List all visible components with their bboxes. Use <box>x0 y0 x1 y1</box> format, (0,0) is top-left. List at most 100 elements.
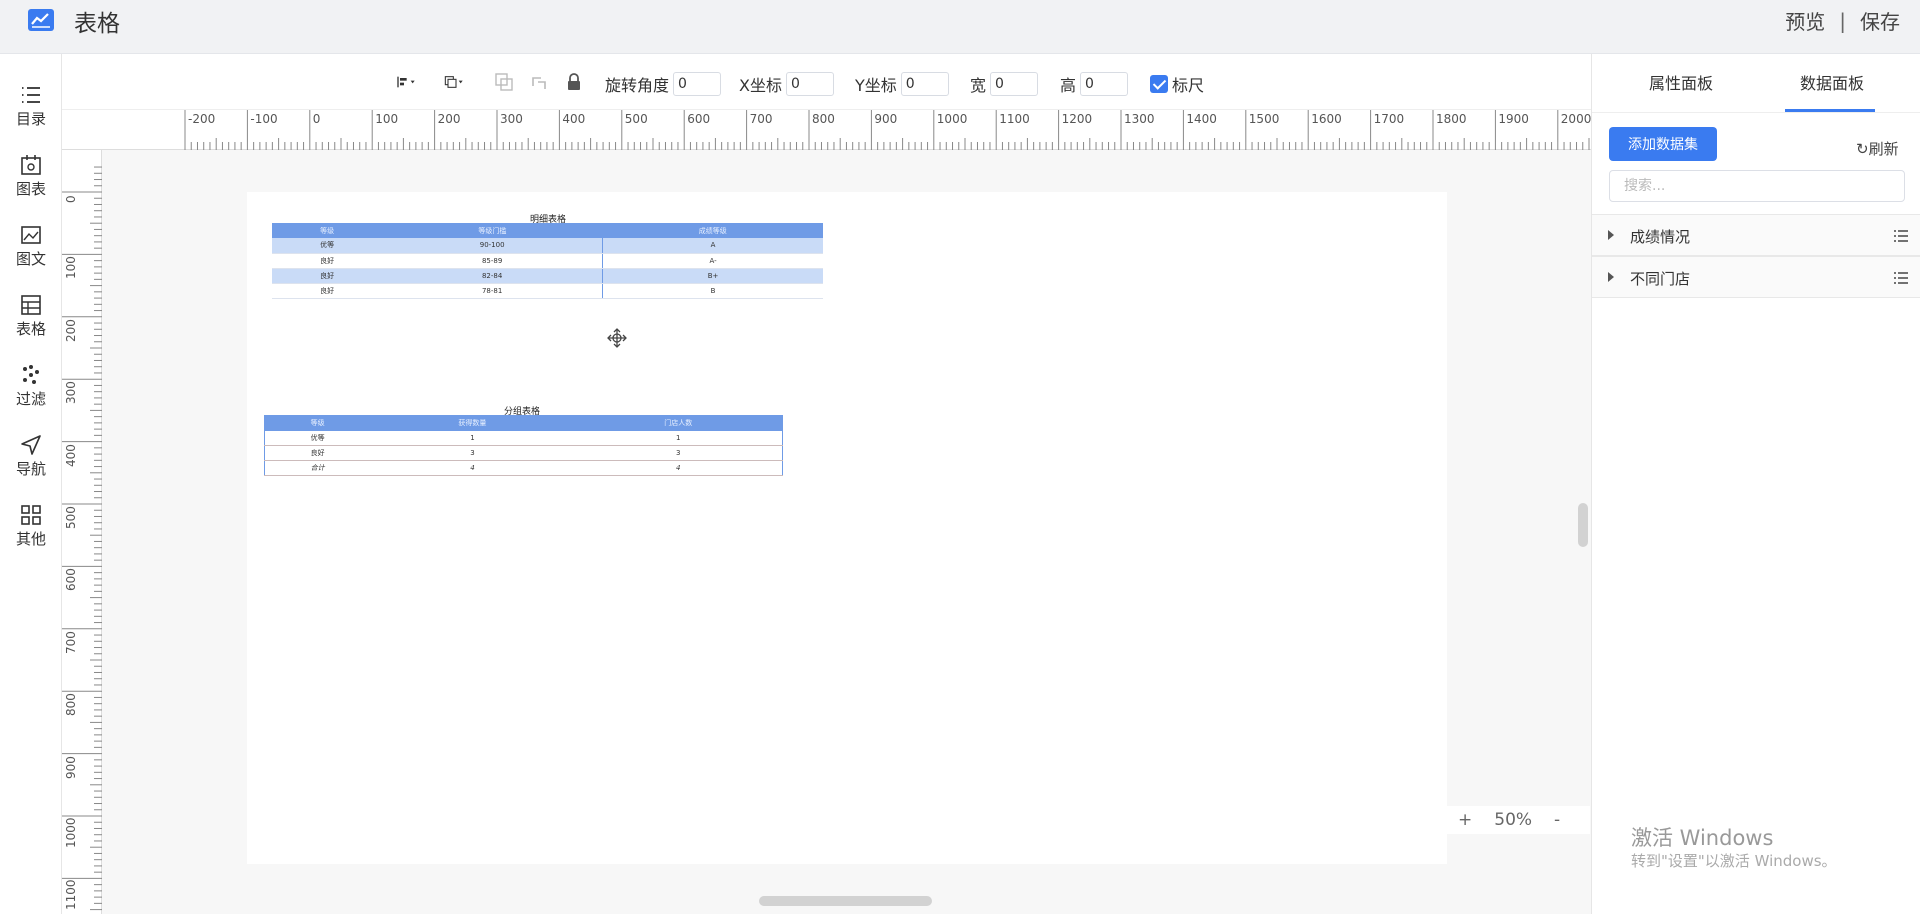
ruler-tick-label: 800 <box>64 693 78 717</box>
x-coordinate-input[interactable] <box>785 72 834 96</box>
table-cell: 优等 <box>264 430 371 446</box>
sidebar-item-image-text[interactable]: 图文 <box>0 214 62 276</box>
table-cell: 3 <box>370 445 575 461</box>
sidebar-item-label: 其他 <box>15 530 46 548</box>
zoom-level: 50% <box>1494 810 1533 830</box>
sidebar-item-catalog[interactable]: 目录 <box>0 74 62 136</box>
ruler-tick-label: 900 <box>874 112 898 126</box>
page-title: 表格 <box>74 11 120 37</box>
app-header: 表格 预览 | 保存 <box>0 0 1920 54</box>
save-button[interactable]: 保存 <box>1860 6 1900 35</box>
table-row: 优等 1 1 <box>264 430 783 446</box>
ruler-tick-label: 1100 <box>999 112 1030 126</box>
dataset-item[interactable]: 成绩情况 <box>1592 214 1920 256</box>
sidebar-item-table[interactable]: 表格 <box>0 284 62 346</box>
preview-button[interactable]: 预览 <box>1785 6 1825 35</box>
sidebar-item-label: 图表 <box>15 180 46 198</box>
horizontal-ruler: -200 -100 0 100 200 300 400 500 600 700 800 900 1000… <box>62 110 1654 150</box>
add-dataset-button[interactable]: 添加数据集 <box>1609 127 1717 161</box>
table-cell: A- <box>602 253 823 269</box>
table-header-cell: 成绩等级 <box>602 223 823 238</box>
sidebar-item-label: 导航 <box>15 460 46 478</box>
ruler-tick-label: 400 <box>562 112 586 126</box>
app-logo-icon <box>28 9 54 31</box>
table-cell: 4 <box>574 460 783 476</box>
dataset-item[interactable]: 不同门店 <box>1592 256 1920 298</box>
chart-icon <box>21 155 41 175</box>
ungroup-icon[interactable] <box>529 72 549 92</box>
ruler-tick-label: 800 <box>812 112 835 126</box>
dataset-name: 不同门店 <box>1630 270 1691 288</box>
horizontal-scrollbar[interactable] <box>759 896 932 906</box>
refresh-button[interactable]: ↻刷新 <box>1856 138 1899 159</box>
table-cell: 1 <box>574 430 783 446</box>
table-row: 优等 90-100 A <box>272 238 823 254</box>
x-coordinate-label: X坐标 <box>739 76 782 95</box>
align-left-icon[interactable] <box>396 72 416 92</box>
design-canvas[interactable]: 明细表格 等级 等级门槛 成绩等级 优等 90-100 A 良好 85-89 A- 良好… <box>102 150 1591 914</box>
windows-activation-hint: 转到"设置"以激活 Windows。 <box>1631 852 1837 870</box>
height-input[interactable] <box>1080 72 1129 96</box>
y-coordinate-input[interactable] <box>900 72 949 96</box>
sidebar-item-chart[interactable]: 图表 <box>0 144 62 206</box>
table-cell: B+ <box>602 268 823 284</box>
ruler-checkbox[interactable] <box>1150 75 1168 93</box>
ruler-tick-label: 500 <box>624 112 648 126</box>
table-cell: B <box>602 283 823 299</box>
report-page[interactable]: 明细表格 等级 等级门槛 成绩等级 优等 90-100 A 良好 85-89 A- 良好… <box>247 192 1447 864</box>
ruler-tick-label: 700 <box>64 630 78 654</box>
group-icon[interactable] <box>494 72 514 92</box>
table-cell: 合计 <box>264 460 371 476</box>
sidebar-item-navigation[interactable]: 导航 <box>0 424 62 486</box>
header-separator: | <box>1839 8 1846 33</box>
dataset-menu-icon[interactable] <box>1893 271 1909 285</box>
detail-table[interactable]: 等级 等级门槛 成绩等级 优等 90-100 A 良好 85-89 A- 良好 82-84… <box>272 223 823 299</box>
tab-data[interactable]: 数据面板 <box>1800 70 1864 94</box>
right-panel: 属性面板 数据面板 添加数据集 ↻刷新 成绩情况 不同门店 <box>1591 54 1920 914</box>
zoom-in-button[interactable]: + <box>1458 810 1472 830</box>
table-header-cell: 等级 <box>264 415 371 431</box>
tab-properties[interactable]: 属性面板 <box>1649 70 1713 94</box>
image-text-icon <box>21 226 41 244</box>
sidebar-item-other[interactable]: 其他 <box>0 494 62 556</box>
refresh-label: 刷新 <box>1868 140 1899 158</box>
expand-arrow-icon[interactable] <box>1608 272 1614 282</box>
lock-icon[interactable] <box>564 72 584 92</box>
ruler-tick-label: 500 <box>64 506 78 529</box>
table-cell: A <box>602 238 823 254</box>
ruler-tick-label: 2000 <box>1560 112 1592 126</box>
expand-arrow-icon[interactable] <box>1608 230 1614 240</box>
sidebar-item-filter[interactable]: 过滤 <box>0 354 62 416</box>
ruler-tick-label: 200 <box>437 112 461 126</box>
ruler-tick-label: 300 <box>500 112 523 126</box>
table-icon <box>21 295 41 315</box>
vertical-scrollbar[interactable] <box>1578 503 1588 547</box>
group-table[interactable]: 等级 获得数量 门店人数 优等 1 1 良好 3 3 合计 4 4 <box>264 415 783 476</box>
table-row: 合计 4 4 <box>264 460 783 476</box>
rotation-input[interactable] <box>673 72 722 96</box>
vertical-ruler: 0 100 200 300 400 500 600 700 800 900 1000 1100 <box>62 150 102 914</box>
active-tab-indicator <box>1785 109 1875 112</box>
ruler-tick-label: 1400 <box>1186 112 1217 126</box>
table-cell: 3 <box>574 445 783 461</box>
table-header-cell: 等级 <box>272 223 383 238</box>
dataset-search-input[interactable] <box>1609 170 1905 202</box>
dataset-menu-icon[interactable] <box>1893 229 1909 243</box>
table-cell: 良好 <box>272 283 383 299</box>
width-input[interactable] <box>990 72 1039 96</box>
zoom-out-button[interactable]: - <box>1554 810 1560 830</box>
ruler-tick-label: 0 <box>64 195 78 203</box>
layer-order-icon[interactable] <box>444 72 464 92</box>
table-cell: 82-84 <box>382 268 603 284</box>
ruler-tick-label: 1300 <box>1124 112 1155 126</box>
ruler-tick-label: 100 <box>64 256 78 280</box>
table-cell: 85-89 <box>382 253 603 269</box>
move-cursor-icon <box>607 328 627 348</box>
table-cell: 4 <box>370 460 575 476</box>
width-label: 宽 <box>970 76 987 95</box>
table-cell: 良好 <box>264 445 371 461</box>
y-coordinate-label: Y坐标 <box>855 76 897 95</box>
list-icon <box>22 87 40 103</box>
ruler-tick-label: 1000 <box>936 112 968 126</box>
table-cell: 良好 <box>272 253 383 269</box>
